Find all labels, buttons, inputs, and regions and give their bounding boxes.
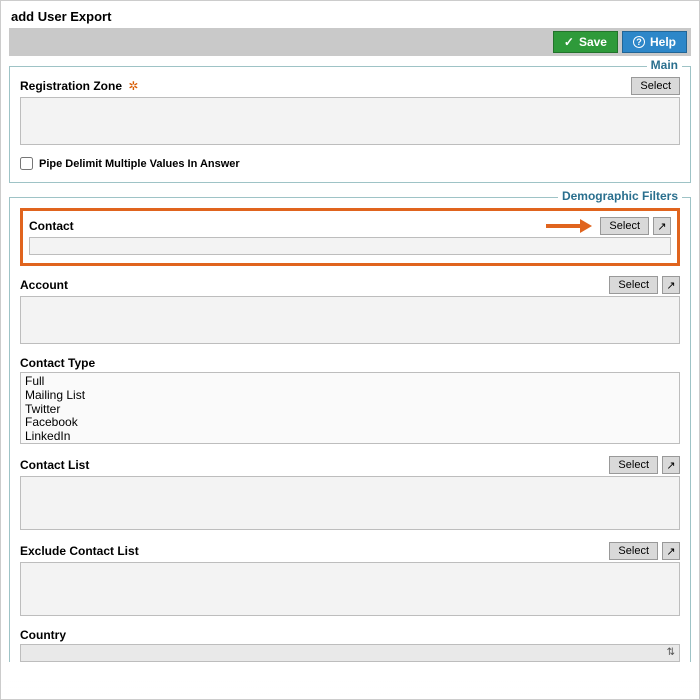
- field-account: Account Select: [20, 276, 680, 344]
- field-contact-type: Contact Type Full Mailing List Twitter F…: [20, 356, 680, 444]
- contact-select-button[interactable]: Select: [600, 217, 649, 235]
- list-item[interactable]: Mailing List: [25, 389, 675, 403]
- pipe-delimit-row[interactable]: Pipe Delimit Multiple Values In Answer: [20, 157, 680, 170]
- registration-zone-select-button[interactable]: Select: [631, 77, 680, 95]
- list-item[interactable]: Twitter: [25, 403, 675, 417]
- exclude-contact-list-label: Exclude Contact List: [20, 544, 139, 558]
- country-label: Country: [20, 628, 66, 642]
- chevron-updown-icon: ⇅: [667, 647, 675, 658]
- registration-zone-label: Registration Zone: [20, 79, 122, 93]
- exclude-contact-list-input[interactable]: [20, 562, 680, 616]
- account-label: Account: [20, 278, 68, 292]
- pipe-delimit-checkbox[interactable]: [20, 157, 33, 170]
- contact-type-label: Contact Type: [20, 356, 95, 370]
- account-select-button[interactable]: Select: [609, 276, 658, 294]
- field-country: Country ⇅: [20, 628, 680, 662]
- question-icon: [633, 36, 645, 48]
- account-input[interactable]: [20, 296, 680, 344]
- field-contact-list: Contact List Select: [20, 456, 680, 530]
- field-contact: Contact Select: [29, 217, 671, 255]
- list-item[interactable]: Facebook: [25, 416, 675, 430]
- toolbar: Save Help: [9, 28, 691, 56]
- list-item[interactable]: Full: [25, 375, 675, 389]
- section-demographic: Demographic Filters Contact Select: [9, 197, 691, 662]
- help-button[interactable]: Help: [622, 31, 687, 53]
- contact-list-input[interactable]: [20, 476, 680, 530]
- page-title: add User Export: [11, 9, 691, 24]
- fade-overlay: [1, 681, 699, 699]
- section-main: Main Registration Zone ✲ Select Pipe Del…: [9, 66, 691, 183]
- arrow-icon: [546, 219, 592, 233]
- contact-list-select-button[interactable]: Select: [609, 456, 658, 474]
- highlight-contact: Contact Select: [20, 208, 680, 266]
- pipe-delimit-label: Pipe Delimit Multiple Values In Answer: [39, 158, 240, 170]
- field-exclude-contact-list: Exclude Contact List Select: [20, 542, 680, 616]
- save-button-label: Save: [579, 35, 607, 49]
- required-icon: ✲: [128, 79, 138, 93]
- contact-popout-button[interactable]: [653, 217, 671, 235]
- contact-label: Contact: [29, 219, 74, 233]
- contact-type-listbox[interactable]: Full Mailing List Twitter Facebook Linke…: [20, 372, 680, 444]
- contact-list-popout-button[interactable]: [662, 456, 680, 474]
- field-registration-zone: Registration Zone ✲ Select: [20, 77, 680, 145]
- section-demographic-title: Demographic Filters: [558, 189, 682, 203]
- help-button-label: Help: [650, 35, 676, 49]
- save-button[interactable]: Save: [553, 31, 618, 53]
- registration-zone-input[interactable]: [20, 97, 680, 145]
- page-root: add User Export Save Help Main Registrat…: [0, 0, 700, 700]
- contact-input[interactable]: [29, 237, 671, 255]
- account-popout-button[interactable]: [662, 276, 680, 294]
- exclude-contact-list-select-button[interactable]: Select: [609, 542, 658, 560]
- exclude-contact-list-popout-button[interactable]: [662, 542, 680, 560]
- list-item[interactable]: LinkedIn: [25, 430, 675, 444]
- country-select[interactable]: ⇅: [20, 644, 680, 662]
- section-main-title: Main: [647, 58, 682, 72]
- contact-list-label: Contact List: [20, 458, 89, 472]
- check-icon: [564, 35, 574, 49]
